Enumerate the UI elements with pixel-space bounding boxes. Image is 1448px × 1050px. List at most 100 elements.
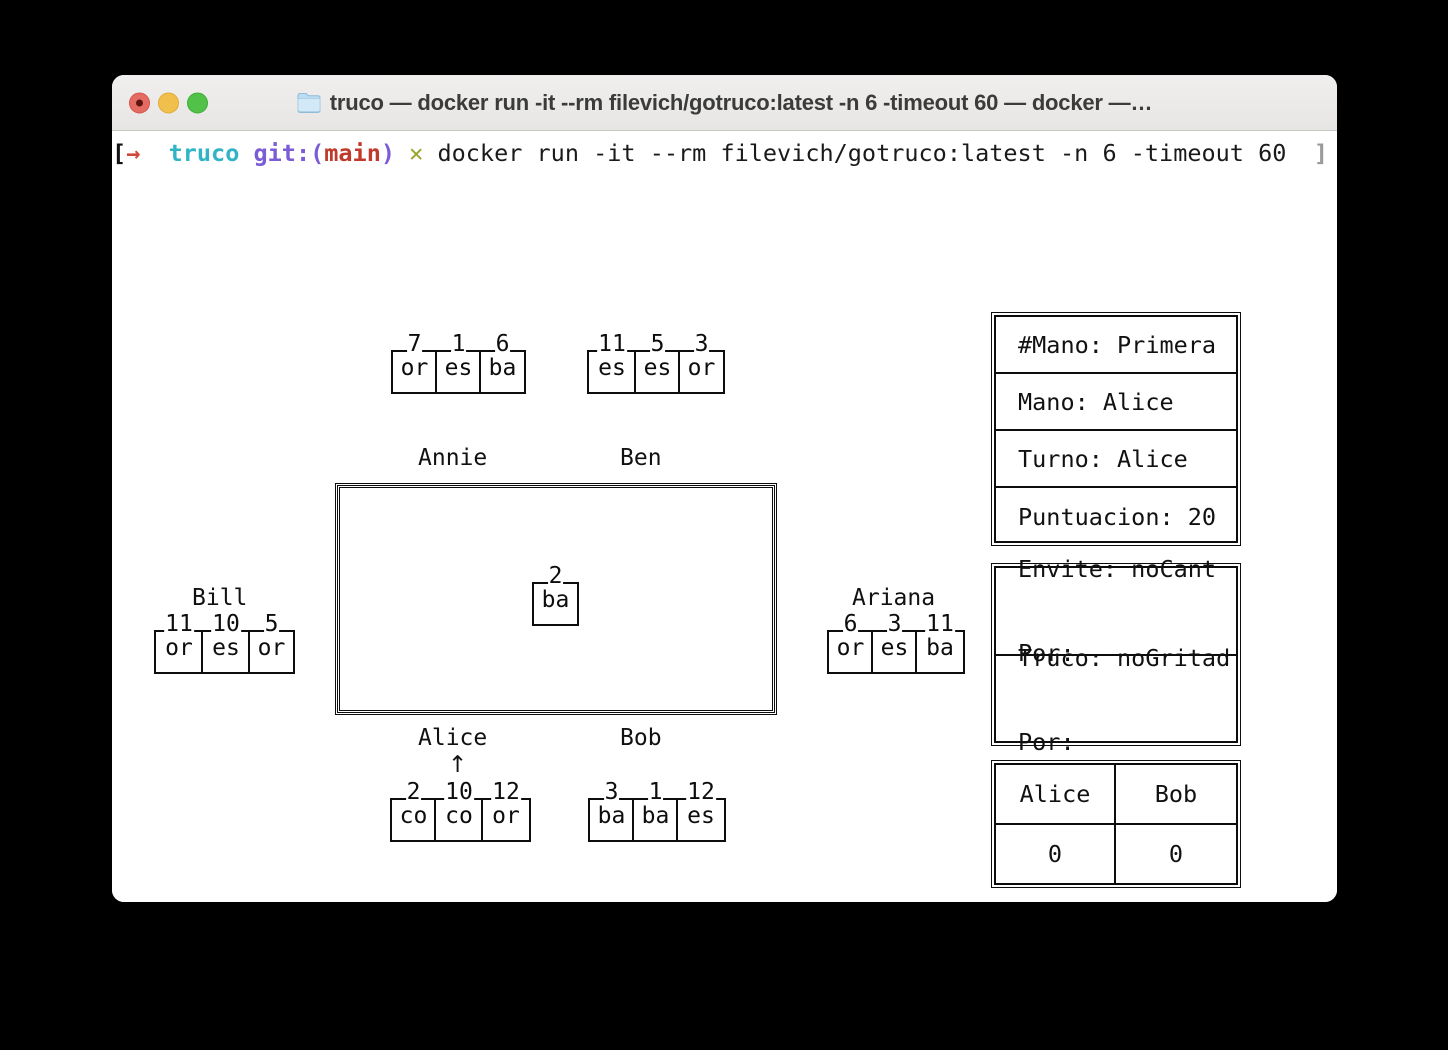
card-suit: es [880, 635, 909, 661]
card-rank: 1 [450, 331, 467, 357]
card-rank: 3 [693, 331, 710, 357]
card-suit: es [687, 803, 715, 829]
turn-indicator-arrow-icon: ↑ [448, 752, 468, 778]
card-rank: 6 [842, 611, 859, 637]
score-name-bob: Bob [1116, 765, 1236, 825]
player-label-annie: Annie [418, 445, 488, 471]
card-rank: 10 [444, 779, 474, 805]
card-suit: co [399, 803, 428, 829]
card-rank: 3 [886, 611, 903, 637]
card[interactable]: 7 or [391, 333, 438, 394]
status-row-mano-number: #Mano: Primera [996, 317, 1236, 374]
score-name-alice: Alice [996, 765, 1114, 825]
player-label-ben: Ben [620, 445, 662, 471]
card[interactable]: 11 es [587, 333, 637, 394]
shell-prompt-line: [→ truco git:(main) ✕ docker run -it --r… [112, 138, 1337, 168]
score-value-alice: 0 [1047, 840, 1063, 868]
player-hand-annie[interactable]: 7 or 1 es 6 ba [391, 333, 526, 394]
card[interactable]: 5 or [248, 613, 295, 674]
prompt-status-mark-icon: ✕ [409, 139, 424, 167]
card-suit: or [687, 355, 716, 381]
card-suit: or [492, 803, 520, 829]
card-suit: es [643, 355, 672, 381]
card[interactable]: 2 co [390, 781, 437, 842]
card[interactable]: 6 or [827, 613, 874, 674]
card-suit: or [400, 355, 429, 381]
card-rank: 10 [211, 611, 241, 637]
close-icon [136, 99, 143, 106]
card[interactable]: 11 ba [915, 613, 965, 674]
calls-panel: Envite: noCant Por: Truco: noGritad Por: [991, 555, 1241, 756]
card[interactable]: 12 or [481, 781, 531, 842]
player-label-alice: Alice [418, 725, 488, 751]
card-rank: 3 [603, 779, 620, 805]
calls-envite-value: Envite: noCant [1018, 555, 1217, 583]
prompt-bracket-open: [ [112, 139, 127, 167]
minimize-button[interactable] [158, 92, 179, 113]
card[interactable]: 12 es [676, 781, 726, 842]
card-rank: 11 [597, 331, 627, 357]
maximize-button[interactable] [187, 92, 208, 113]
folder-icon [297, 93, 321, 113]
calls-truco-por: Por: [1018, 728, 1075, 756]
card[interactable]: 10 co [434, 781, 484, 842]
player-hand-alice[interactable]: 2 co 10 co 12 or [390, 781, 531, 842]
card-rank: 5 [649, 331, 666, 357]
prompt-repo: truco [168, 139, 240, 167]
table-played-cards: 2 ba [532, 565, 579, 626]
window-title: truco — docker run -it --rm filevich/got… [329, 89, 1153, 115]
game-table: 2 ba [335, 483, 777, 715]
card-suit: ba [488, 355, 517, 381]
card-rank: 11 [925, 611, 955, 637]
player-hand-bob[interactable]: 3 ba 1 ba 12 es [588, 781, 726, 842]
card[interactable]: 3 es [871, 613, 918, 674]
card-rank: 12 [686, 779, 716, 805]
card-suit: or [257, 635, 286, 661]
card-rank: 6 [494, 331, 511, 357]
card-suit: ba [926, 635, 954, 661]
score-panel: Alice 0 Bob 0 [991, 760, 1241, 888]
card-suit: co [445, 803, 473, 829]
card[interactable]: 3 or [678, 333, 725, 394]
card[interactable]: 1 es [435, 333, 482, 394]
player-hand-bill[interactable]: 11 or 10 es 5 or [154, 613, 295, 674]
window-controls [129, 92, 208, 113]
status-row-mano: Mano: Alice [996, 374, 1236, 431]
card-rank: 12 [491, 779, 521, 805]
prompt-space-4 [423, 139, 437, 167]
card-suit: ba [597, 803, 626, 829]
card[interactable]: 10 es [201, 613, 251, 674]
card-rank: 7 [406, 331, 423, 357]
prompt-command: docker run -it --rm filevich/gotruco:lat… [437, 139, 1287, 167]
card-rank: 5 [263, 611, 280, 637]
prompt-bracket-close-wrap: ] [1314, 138, 1328, 168]
card-rank: 11 [164, 611, 194, 637]
window-title-wrap: truco — docker run -it --rm filevich/got… [112, 90, 1337, 116]
card[interactable]: 6 ba [479, 333, 526, 394]
prompt-space-3 [395, 139, 409, 167]
prompt-space-2 [239, 139, 253, 167]
card-rank: 2 [547, 563, 564, 589]
prompt-git-prefix: git:( [253, 139, 325, 167]
calls-row-truco: Truco: noGritad Por: [996, 644, 1236, 756]
terminal-window: truco — docker run -it --rm filevich/got… [112, 75, 1337, 902]
card[interactable]: 11 or [154, 613, 204, 674]
card-suit: es [598, 355, 626, 381]
score-column-alice: Alice 0 [996, 765, 1116, 883]
close-button[interactable] [129, 92, 150, 113]
window-titlebar[interactable]: truco — docker run -it --rm filevich/got… [112, 75, 1337, 131]
card-suit: ba [541, 587, 570, 613]
terminal-content[interactable]: [→ truco git:(main) ✕ docker run -it --r… [112, 131, 1337, 902]
card[interactable]: 1 ba [632, 781, 679, 842]
player-hand-ariana[interactable]: 6 or 3 es 11 ba [827, 613, 965, 674]
card[interactable]: 5 es [634, 333, 681, 394]
prompt-arrow-icon: → [126, 139, 141, 167]
card[interactable]: 3 ba [588, 781, 635, 842]
prompt-branch: main [324, 139, 381, 167]
card-rank: 1 [647, 779, 664, 805]
player-label-ariana: Ariana [852, 585, 936, 611]
card: 2 ba [532, 565, 579, 626]
prompt-bracket-close: ] [1313, 139, 1328, 167]
player-label-bill: Bill [192, 585, 248, 611]
player-hand-ben[interactable]: 11 es 5 es 3 or [587, 333, 725, 394]
